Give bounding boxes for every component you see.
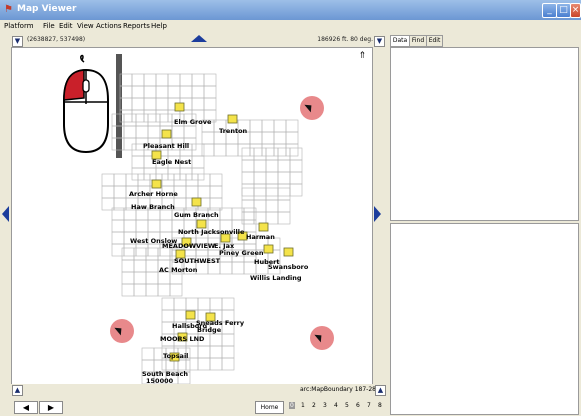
menu-file[interactable]: File: [43, 22, 55, 30]
tab-find[interactable]: Find: [409, 35, 427, 47]
place-label: Willis Landing: [250, 274, 302, 282]
page-1[interactable]: 1: [301, 402, 305, 409]
scroll-left-button[interactable]: ▲: [12, 385, 23, 396]
site-marker[interactable]: [161, 129, 172, 139]
app-icon: ⚑: [4, 4, 13, 15]
data-pane-bottom[interactable]: [390, 223, 579, 415]
page-6[interactable]: 6: [356, 402, 360, 409]
place-label: Harman: [246, 233, 275, 241]
boundary-readout: arc:MapBoundary 187-28: [299, 386, 376, 393]
maximize-button[interactable]: □: [556, 3, 571, 18]
place-label: AC Morton: [159, 266, 198, 274]
site-marker[interactable]: [191, 197, 202, 207]
page-7[interactable]: 7: [367, 402, 371, 409]
back-button[interactable]: ◀: [14, 401, 38, 414]
menu-view[interactable]: View: [77, 22, 94, 30]
cursor-pointer-icon: [300, 96, 324, 120]
menu-reports[interactable]: Reports: [123, 22, 150, 30]
page-8[interactable]: 8: [378, 402, 382, 409]
page-3[interactable]: 3: [323, 402, 327, 409]
place-label: Archer Horne: [129, 190, 178, 198]
close-button[interactable]: ×: [570, 3, 581, 18]
site-marker[interactable]: [283, 247, 294, 257]
scale-dropdown-button[interactable]: ▼: [374, 36, 385, 47]
place-label: Piney Green: [219, 249, 264, 257]
window-title: Map Viewer: [17, 4, 77, 14]
place-label: Gum Branch: [174, 211, 219, 219]
place-label: MOORS LND: [160, 335, 205, 343]
page-5[interactable]: 5: [345, 402, 349, 409]
map-status-bar: ▲ arc:MapBoundary 187-28 ▲: [11, 384, 386, 396]
menu-actions[interactable]: Actions: [96, 22, 122, 30]
place-label: SOUTHWEST: [174, 257, 221, 265]
page-4[interactable]: 4: [334, 402, 338, 409]
place-label: Swansboro: [268, 263, 309, 271]
place-label: North Jacksonville: [178, 228, 245, 236]
scroll-right-button[interactable]: ▲: [375, 385, 386, 396]
menu-help[interactable]: Help: [151, 22, 167, 30]
place-label: Elm Grove: [174, 118, 212, 126]
coordinates-readout: (2638827, 537498): [27, 36, 86, 43]
place-label: Trenton: [219, 127, 248, 135]
cursor-pointer-icon: [110, 319, 134, 343]
tab-data[interactable]: Data: [390, 35, 410, 47]
minimize-button[interactable]: _: [542, 3, 557, 18]
title-bar: ⚑ Map Viewer _ □ ×: [0, 0, 581, 20]
cursor-pointer-icon: [310, 326, 334, 350]
data-pane-top[interactable]: [390, 47, 579, 221]
menu-edit[interactable]: Edit: [59, 22, 73, 30]
site-marker[interactable]: [151, 179, 162, 189]
site-marker[interactable]: [196, 219, 207, 229]
place-label: Eagle Nest: [152, 158, 192, 166]
scale-readout: 186926 ft. 80 deg.: [317, 36, 373, 43]
site-marker[interactable]: [185, 310, 196, 320]
place-label: Topsail: [163, 352, 189, 360]
expand-toolbar-button[interactable]: ▼: [12, 36, 23, 47]
menu-bar: Platform File Edit View Actions Reports …: [0, 20, 581, 33]
forward-button[interactable]: ▶: [39, 401, 63, 414]
side-panel: Data Find Edit: [388, 33, 581, 416]
place-label: Pleasant Hill: [143, 142, 190, 150]
site-marker[interactable]: [227, 114, 238, 124]
pan-left-arrow-icon[interactable]: [2, 206, 9, 222]
place-label: Haw Branch: [131, 203, 175, 211]
pan-up-arrow-icon[interactable]: [191, 35, 207, 42]
tab-edit[interactable]: Edit: [426, 35, 443, 47]
menu-platform[interactable]: Platform: [4, 22, 34, 30]
page-0[interactable]: 0: [289, 402, 295, 409]
place-label: Bridge: [197, 326, 222, 334]
place-label: MEADOWVIEW: [162, 242, 216, 250]
page-2[interactable]: 2: [312, 402, 316, 409]
map-canvas[interactable]: ⇑ Elm Grove Trenton Pleasant Hill Eagle Nes…: [11, 47, 373, 386]
site-marker[interactable]: [263, 244, 274, 254]
site-marker[interactable]: [174, 102, 185, 112]
home-button[interactable]: Home: [255, 401, 284, 414]
site-marker[interactable]: [258, 222, 269, 232]
pan-right-arrow-icon[interactable]: [374, 206, 381, 222]
